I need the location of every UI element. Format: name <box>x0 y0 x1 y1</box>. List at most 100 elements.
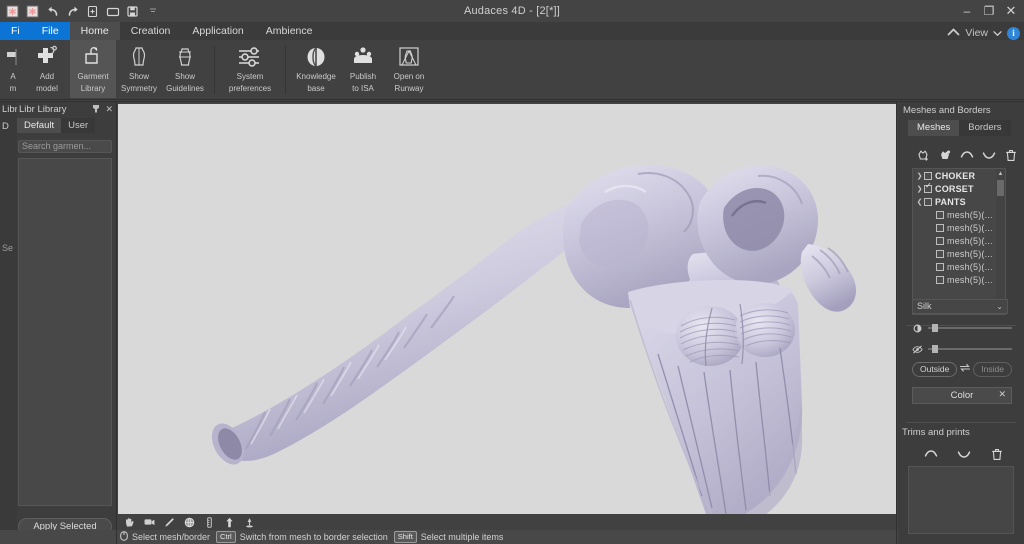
chevron-right-icon[interactable]: ❯ <box>915 185 924 193</box>
right-panel-title: Meshes and Borders <box>903 105 991 116</box>
tree-label-mesh: mesh(5)(... <box>947 209 993 220</box>
pin-drop-icon[interactable] <box>244 517 255 528</box>
maximize-button[interactable]: ❐ <box>978 1 1000 21</box>
tree-node-mesh[interactable]: mesh(5)(... <box>913 221 1005 234</box>
menu-item-application[interactable]: Application <box>181 22 254 40</box>
tree-node-mesh[interactable]: mesh(5)(... <box>913 247 1005 260</box>
new-document-icon[interactable] <box>84 3 101 20</box>
globe-rotate-icon[interactable] <box>184 517 195 528</box>
ruler-icon[interactable] <box>204 516 215 528</box>
checkbox-mesh[interactable] <box>936 210 944 219</box>
hand-pan-icon[interactable] <box>124 517 135 528</box>
menu-item-file[interactable]: File <box>30 22 70 40</box>
tree-node-mesh[interactable]: mesh(5)(... <box>913 234 1005 247</box>
move-down-icon[interactable] <box>982 148 996 162</box>
tree-node-corset[interactable]: ❯ CORSET <box>913 182 1005 195</box>
swap-side-icon[interactable] <box>959 360 971 378</box>
chevron-down-icon[interactable]: ❮ <box>915 198 924 206</box>
customize-dropdown-icon[interactable] <box>144 3 161 20</box>
mesh-tree-scrollbar[interactable]: ▲ ▼ <box>996 169 1005 314</box>
menu-item-fi[interactable]: Fi <box>0 22 31 40</box>
ribbon-button-add-model[interactable]: Add model <box>24 40 70 100</box>
move-up-icon[interactable] <box>960 148 974 162</box>
ribbon-button-garment-library[interactable]: Garment Library <box>70 40 116 98</box>
tree-node-mesh[interactable]: mesh(5)(... <box>913 208 1005 221</box>
pin-icon[interactable] <box>92 104 100 115</box>
brightness-slider-track[interactable] <box>928 324 1012 332</box>
outside-button[interactable]: Outside <box>912 361 958 377</box>
tab-borders[interactable]: Borders <box>959 120 1011 136</box>
checkbox-mesh[interactable] <box>936 236 944 245</box>
checkbox-mesh[interactable] <box>936 262 944 271</box>
minimize-button[interactable]: – <box>956 1 978 21</box>
tree-node-mesh[interactable]: mesh(5)(... <box>913 273 1005 286</box>
transparency-slider-thumb[interactable] <box>932 345 938 353</box>
status-hint-select-text: Select mesh/border <box>132 532 211 542</box>
left-splitter[interactable] <box>116 102 117 544</box>
duplicate-mesh-icon[interactable] <box>938 148 952 162</box>
camera-icon[interactable] <box>144 517 155 528</box>
ribbon-button-open-on-runway[interactable]: Open on Runway <box>386 40 432 100</box>
redo-icon[interactable] <box>64 3 81 20</box>
ribbon-button-show-symmetry[interactable]: Show Symmetry <box>116 40 162 100</box>
close-button[interactable]: ✕ <box>1000 1 1022 21</box>
view-menu-label[interactable]: View <box>965 27 988 39</box>
open-folder-icon[interactable] <box>104 3 121 20</box>
ribbon-separator-1 <box>214 46 215 94</box>
ribbon-button-system-preferences[interactable]: System preferences <box>221 40 279 100</box>
scrollbar-thumb[interactable] <box>997 180 1004 196</box>
right-splitter[interactable] <box>896 102 897 544</box>
menu-item-home[interactable]: Home <box>69 22 120 40</box>
tree-node-pants[interactable]: ❮ PANTS <box>913 195 1005 208</box>
transparency-slider-row[interactable] <box>912 343 1012 355</box>
chevron-right-icon[interactable]: ❯ <box>915 172 924 180</box>
menu-bar: Fi File Home Creation Application Ambien… <box>0 22 1024 40</box>
checkbox-choker[interactable] <box>924 171 932 180</box>
delete-icon[interactable] <box>990 447 1004 461</box>
library-tab-default[interactable]: Default <box>17 118 62 133</box>
tab-meshes[interactable]: Meshes <box>908 120 960 136</box>
transparency-slider-track[interactable] <box>928 345 1012 353</box>
pen-icon[interactable] <box>164 517 175 528</box>
move-down-icon[interactable] <box>957 447 971 461</box>
trims-list[interactable] <box>908 466 1014 534</box>
save-icon[interactable] <box>124 3 141 20</box>
ribbon-button-knowledge-base[interactable]: Knowledge base <box>292 40 340 100</box>
library-tab-user[interactable]: User <box>61 118 96 133</box>
up-arrow-icon[interactable] <box>224 517 235 528</box>
add-model-icon <box>34 44 60 70</box>
material-select[interactable]: Silk ⌄ <box>912 299 1008 314</box>
scroll-up-icon[interactable]: ▲ <box>996 169 1005 178</box>
tree-node-mesh[interactable]: mesh(5)(... <box>913 260 1005 273</box>
brightness-slider-row[interactable] <box>912 322 1012 334</box>
inside-button[interactable]: Inside <box>973 361 1012 377</box>
checkbox-mesh[interactable] <box>936 249 944 258</box>
mesh-tree[interactable]: ❯ CHOKER ❯ CORSET ❮ PANTS mesh(5)(... me… <box>912 168 1006 315</box>
ribbon-button-avatar-model[interactable]: A m <box>2 40 24 100</box>
checkbox-corset[interactable] <box>924 182 932 193</box>
add-mesh-icon[interactable] <box>916 148 930 162</box>
new-snowflake-icon[interactable] <box>4 3 21 20</box>
ribbon-button-publish-to-isa[interactable]: Publish to ISA <box>340 40 386 100</box>
3d-viewport[interactable] <box>118 104 896 514</box>
close-icon[interactable]: ✕ <box>105 104 113 115</box>
checkbox-mesh[interactable] <box>936 275 944 284</box>
ribbon-button-show-guidelines[interactable]: Show Guidelines <box>162 40 208 100</box>
checkbox-mesh[interactable] <box>936 223 944 232</box>
menu-item-creation[interactable]: Creation <box>120 22 182 40</box>
delete-icon[interactable] <box>1004 148 1018 162</box>
chevron-down-icon[interactable]: ⌄ <box>996 300 1003 313</box>
brightness-slider-thumb[interactable] <box>932 324 938 332</box>
garment-list[interactable] <box>18 158 112 506</box>
preferences-icon <box>235 44 265 70</box>
color-bar[interactable]: Color ✕ <box>912 387 1012 404</box>
help-info-icon[interactable]: i <box>1007 26 1020 40</box>
duplicate-snowflake-icon[interactable] <box>24 3 41 20</box>
menu-item-ambience[interactable]: Ambience <box>255 22 324 40</box>
runway-icon <box>396 44 422 70</box>
undo-icon[interactable] <box>44 3 61 20</box>
move-up-icon[interactable] <box>924 447 938 461</box>
checkbox-pants[interactable] <box>924 197 932 206</box>
search-input[interactable]: Search garmen... <box>18 140 112 153</box>
color-close-icon[interactable]: ✕ <box>998 389 1006 400</box>
